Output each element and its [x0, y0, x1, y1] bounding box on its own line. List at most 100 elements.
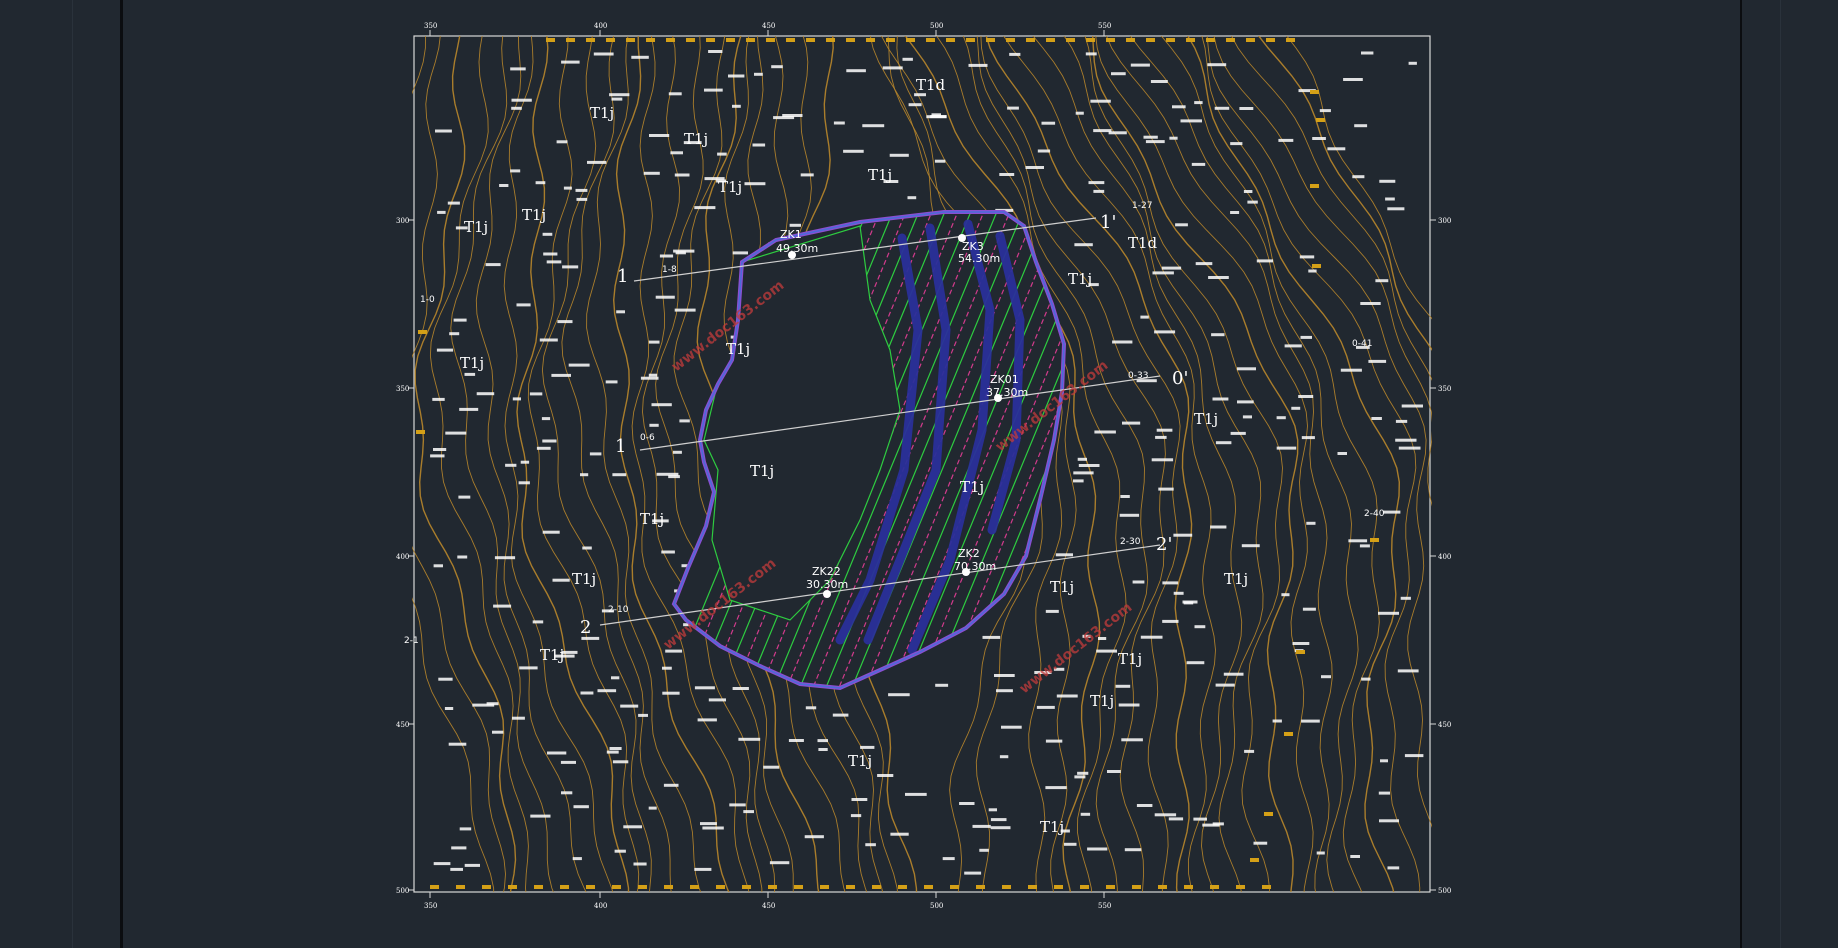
- elevation-mark: [1360, 302, 1381, 305]
- elevation-mark: [1140, 315, 1149, 319]
- elevation-mark: [964, 871, 982, 875]
- edge-point-label: 1-0: [420, 295, 435, 305]
- elevation-mark: [1300, 335, 1312, 339]
- strata-label: T1j: [726, 340, 750, 358]
- elevation-mark: [1094, 430, 1116, 434]
- strata-label: T1j: [522, 206, 546, 224]
- elevation-mark: [444, 707, 454, 710]
- borehole-zk1-name: ZK1: [780, 228, 802, 241]
- elevation-mark: [1115, 684, 1131, 688]
- boundary-marker: [508, 885, 517, 889]
- elevation-mark: [638, 713, 648, 717]
- elevation-mark: [605, 380, 618, 384]
- boundary-marker: [1316, 118, 1325, 122]
- elevation-mark: [763, 765, 780, 769]
- elevation-mark: [582, 546, 592, 550]
- frame-tick-label: 350: [396, 385, 409, 393]
- elevation-mark: [612, 473, 627, 477]
- elevation-mark: [800, 173, 814, 177]
- elevation-mark: [1354, 124, 1368, 128]
- elevation-mark: [675, 251, 686, 255]
- elevation-mark: [959, 802, 975, 805]
- boundary-marker: [966, 38, 975, 42]
- topographic-map[interactable]: 350 350 400 400 450 450 500 500 550 550 300 300 350 3…: [0, 0, 1838, 948]
- elevation-mark: [817, 739, 828, 743]
- elevation-mark: [865, 843, 876, 847]
- elevation-mark: [532, 620, 544, 624]
- frame-tick-label: 500: [930, 22, 943, 30]
- boundary-marker: [1002, 885, 1011, 889]
- elevation-mark: [1161, 266, 1182, 270]
- elevation-mark: [738, 737, 761, 741]
- boundary-marker: [846, 38, 855, 42]
- boundary-marker: [418, 330, 427, 334]
- borehole-zk2-name: ZK2: [958, 547, 980, 560]
- elevation-mark: [459, 827, 472, 831]
- elevation-mark: [1045, 739, 1063, 743]
- elevation-mark: [843, 149, 864, 153]
- boundary-marker: [716, 885, 725, 889]
- elevation-mark: [668, 475, 680, 479]
- elevation-mark: [1408, 61, 1417, 65]
- contour-line: [561, 36, 672, 892]
- elevation-mark: [556, 140, 568, 144]
- contour-line: [412, 36, 495, 892]
- boundary-marker: [1296, 650, 1305, 654]
- elevation-mark: [942, 857, 955, 861]
- boundary-marker: [746, 38, 755, 42]
- elevation-mark: [648, 340, 660, 344]
- elevation-mark: [1152, 271, 1174, 275]
- elevation-mark: [1256, 259, 1274, 263]
- elevation-mark: [651, 403, 672, 407]
- elevation-mark: [453, 318, 467, 322]
- elevation-mark: [1223, 672, 1244, 676]
- elevation-mark: [510, 169, 521, 173]
- elevation-mark: [1398, 446, 1421, 450]
- boundary-marker: [1146, 38, 1155, 42]
- elevation-mark: [573, 805, 589, 809]
- elevation-mark: [1301, 436, 1315, 440]
- boundary-marker: [664, 885, 673, 889]
- elevation-mark: [1212, 397, 1229, 401]
- elevation-mark: [1111, 72, 1126, 76]
- elevation-mark: [561, 791, 573, 795]
- frame-tick-label: 550: [1098, 902, 1111, 910]
- elevation-mark: [1211, 333, 1225, 337]
- elevation-mark: [788, 739, 804, 742]
- boundary-marker: [430, 885, 439, 889]
- elevation-mark: [450, 867, 463, 871]
- strata-label: T1j: [848, 752, 872, 770]
- elevation-mark: [1319, 109, 1331, 113]
- elevation-mark: [1215, 441, 1232, 445]
- elevation-mark: [908, 103, 922, 107]
- strata-label: T1j: [1090, 692, 1114, 710]
- section-0-start-note: 0-6: [640, 433, 655, 443]
- elevation-mark: [994, 674, 1015, 677]
- elevation-mark: [851, 798, 868, 801]
- elevation-mark: [557, 320, 573, 324]
- elevation-mark: [464, 372, 476, 376]
- elevation-mark: [1194, 625, 1206, 629]
- elevation-mark: [907, 196, 917, 200]
- elevation-mark: [663, 783, 679, 787]
- elevation-mark: [1036, 705, 1055, 709]
- elevation-mark: [717, 152, 727, 156]
- edge-point-label: 0-41: [1352, 339, 1372, 349]
- elevation-mark: [1239, 107, 1254, 110]
- elevation-mark: [1075, 111, 1084, 115]
- elevation-mark: [505, 463, 517, 467]
- boundary-marker: [924, 885, 933, 889]
- elevation-mark: [1404, 754, 1424, 758]
- boundary-marker: [1266, 38, 1275, 42]
- contour-line: [1201, 36, 1421, 892]
- elevation-mark: [1244, 749, 1255, 753]
- edge-point-label: 2-1: [404, 636, 419, 646]
- strata-label: T1j: [1040, 818, 1064, 836]
- elevation-mark: [1191, 162, 1206, 166]
- boundary-marker: [546, 38, 555, 42]
- elevation-mark: [492, 730, 504, 734]
- elevation-mark: [700, 822, 717, 826]
- elevation-mark: [587, 160, 607, 164]
- elevation-mark: [694, 206, 716, 210]
- elevation-mark: [990, 826, 1011, 830]
